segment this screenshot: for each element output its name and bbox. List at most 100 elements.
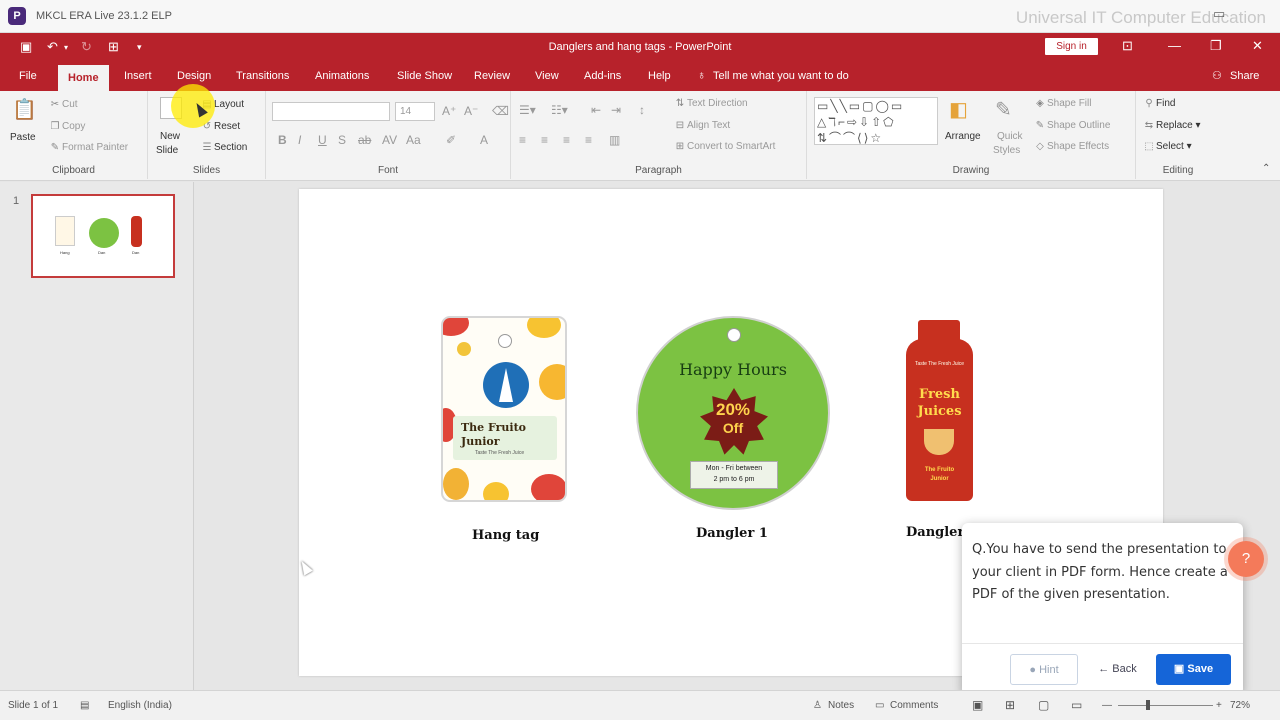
justify-icon[interactable]: ≡: [585, 133, 592, 147]
paste-button[interactable]: Paste: [10, 132, 36, 143]
tab-view[interactable]: View: [535, 70, 559, 82]
bottle-title-line1: Fresh: [919, 387, 960, 402]
align-text-button[interactable]: ⊟ Align Text: [673, 120, 730, 131]
tab-design[interactable]: Design: [177, 70, 211, 82]
hang-tag-caption[interactable]: Hang tag: [472, 528, 539, 543]
line-spacing-icon[interactable]: ↕: [639, 103, 645, 117]
change-case-icon[interactable]: Aa: [406, 133, 421, 147]
underline-icon[interactable]: U: [318, 133, 327, 147]
find-button[interactable]: ⚲ Find: [1142, 98, 1175, 109]
align-center-icon[interactable]: ≡: [541, 133, 548, 147]
hang-tag-image[interactable]: The Fruito Junior Taste The Fresh Juice: [441, 316, 567, 502]
tab-file[interactable]: File: [19, 70, 37, 82]
cut-button[interactable]: ✂ Cut: [48, 99, 78, 110]
hang-tag-brand-line1: The Fruito: [461, 421, 527, 434]
copy-button[interactable]: ❐ Copy: [48, 121, 86, 132]
shape-effects-button[interactable]: ◇ Shape Effects: [1033, 141, 1109, 152]
hang-tag-tagline: Taste The Fresh Juice: [475, 450, 525, 456]
shape-outline-button[interactable]: ✎ Shape Outline: [1033, 120, 1111, 131]
align-left-icon[interactable]: ≡: [519, 133, 526, 147]
replace-button[interactable]: ⇆ Replace ▾: [1142, 120, 1201, 131]
shadow-icon[interactable]: S: [338, 133, 346, 147]
reading-view-icon[interactable]: ▢: [1038, 698, 1049, 712]
select-button[interactable]: ⬚ Select ▾: [1142, 141, 1191, 152]
normal-view-icon[interactable]: ▣: [972, 698, 983, 712]
restore-icon[interactable]: ❐: [1210, 38, 1222, 54]
tab-help[interactable]: Help: [648, 70, 671, 82]
highlight-icon[interactable]: ✐: [446, 133, 456, 147]
tab-slide-show[interactable]: Slide Show: [397, 70, 452, 82]
section-button[interactable]: ☰ Section: [200, 142, 248, 153]
strikethrough-icon[interactable]: ab: [358, 133, 371, 147]
quick-styles-button-2[interactable]: Styles: [993, 145, 1020, 156]
bullets-icon[interactable]: ☰▾: [519, 103, 536, 117]
slideshow-view-icon[interactable]: ▭: [1071, 698, 1082, 712]
shapes-gallery[interactable]: ▭╲╲▭▢◯▭ △ℸ⌐⇨⇩⇧⬠ ⇅⌒⌒⟨⟩☆: [814, 97, 938, 145]
tab-add-ins[interactable]: Add-ins: [584, 70, 621, 82]
dangler-1-title: Happy Hours: [679, 360, 787, 379]
tab-home[interactable]: Home: [58, 65, 109, 91]
new-slide-button[interactable]: New: [160, 131, 180, 142]
arrange-icon[interactable]: ◧: [949, 97, 968, 122]
format-painter-button[interactable]: ✎ Format Painter: [48, 142, 128, 153]
ribbon-display-options-icon[interactable]: ⊡: [1122, 38, 1133, 54]
zoom-slider[interactable]: [1118, 705, 1213, 706]
quick-styles-icon[interactable]: ✎: [995, 97, 1012, 122]
comments-button[interactable]: Comments: [890, 700, 938, 711]
hint-button[interactable]: ● Hint: [1010, 654, 1078, 685]
font-color-icon[interactable]: A: [480, 133, 488, 147]
tab-review[interactable]: Review: [474, 70, 510, 82]
zoom-in-icon[interactable]: +: [1216, 700, 1222, 711]
notes-button[interactable]: Notes: [828, 700, 854, 711]
bold-icon[interactable]: B: [278, 133, 287, 147]
zoom-level[interactable]: 72%: [1230, 700, 1250, 711]
tab-insert[interactable]: Insert: [124, 70, 152, 82]
paste-icon[interactable]: 📋: [12, 97, 37, 122]
dangler-1-caption[interactable]: Dangler 1: [696, 526, 768, 541]
save-answer-button[interactable]: ▣ Save: [1156, 654, 1231, 685]
shape-fill-button[interactable]: ◈ Shape Fill: [1033, 98, 1091, 109]
font-size-input[interactable]: 14: [395, 102, 435, 121]
outer-minimize-icon[interactable]: ▭: [1213, 6, 1225, 22]
collapse-ribbon-icon[interactable]: ⌃: [1262, 163, 1270, 174]
numbering-icon[interactable]: ☷▾: [551, 103, 568, 117]
replace-icon: ⇆: [1144, 120, 1154, 131]
dangler-1-image[interactable]: Happy Hours 20% Off Mon - Fri between 2 …: [636, 316, 830, 510]
dangler-2-bottle-image[interactable]: Taste The Fresh Juice Fresh Juices The F…: [906, 339, 973, 501]
minimize-icon[interactable]: —: [1168, 38, 1181, 53]
slide-sorter-icon[interactable]: ⊞: [1005, 698, 1015, 712]
columns-icon[interactable]: ▥: [609, 133, 620, 147]
zoom-slider-thumb[interactable]: [1146, 700, 1150, 710]
back-button[interactable]: ← Back: [1087, 654, 1148, 685]
increase-indent-icon[interactable]: ⇥: [611, 103, 621, 117]
paint-bucket-icon: ◈: [1036, 98, 1044, 109]
bottle-tagline: Taste The Fresh Juice: [914, 361, 965, 367]
character-spacing-icon[interactable]: AV: [382, 133, 397, 147]
dangler-2-caption[interactable]: Dangler: [906, 525, 964, 540]
text-direction-button[interactable]: ⇅ Text Direction: [673, 98, 748, 109]
font-name-input[interactable]: [272, 102, 390, 121]
sign-in-button[interactable]: Sign in: [1045, 38, 1098, 55]
language-indicator[interactable]: English (India): [108, 700, 172, 711]
decrease-indent-icon[interactable]: ⇤: [591, 103, 601, 117]
quick-styles-button[interactable]: Quick: [997, 131, 1023, 142]
help-badge-icon[interactable]: ?: [1228, 541, 1264, 577]
tab-transitions[interactable]: Transitions: [236, 70, 289, 82]
zoom-out-icon[interactable]: —: [1102, 700, 1112, 711]
spellcheck-icon[interactable]: ▤: [80, 700, 89, 711]
tab-animations[interactable]: Animations: [315, 70, 369, 82]
align-right-icon[interactable]: ≡: [563, 133, 570, 147]
arrange-button[interactable]: Arrange: [945, 131, 981, 142]
tell-me-search[interactable]: Tell me what you want to do: [713, 70, 849, 82]
share-button[interactable]: Share: [1230, 70, 1259, 82]
paragraph-label: Paragraph: [635, 165, 682, 176]
convert-smartart-button[interactable]: ⊞ Convert to SmartArt: [673, 141, 776, 152]
italic-icon[interactable]: I: [298, 133, 301, 147]
close-icon[interactable]: ✕: [1252, 38, 1263, 54]
decrease-font-icon[interactable]: A⁻: [464, 104, 478, 118]
dangler-1-hole: [727, 328, 741, 342]
clear-formatting-icon[interactable]: ⌫: [492, 104, 509, 118]
new-slide-button-2[interactable]: Slide: [156, 145, 178, 156]
slide-thumbnail-1[interactable]: Hang Dan Dan: [31, 194, 175, 278]
increase-font-icon[interactable]: A⁺: [442, 104, 456, 118]
